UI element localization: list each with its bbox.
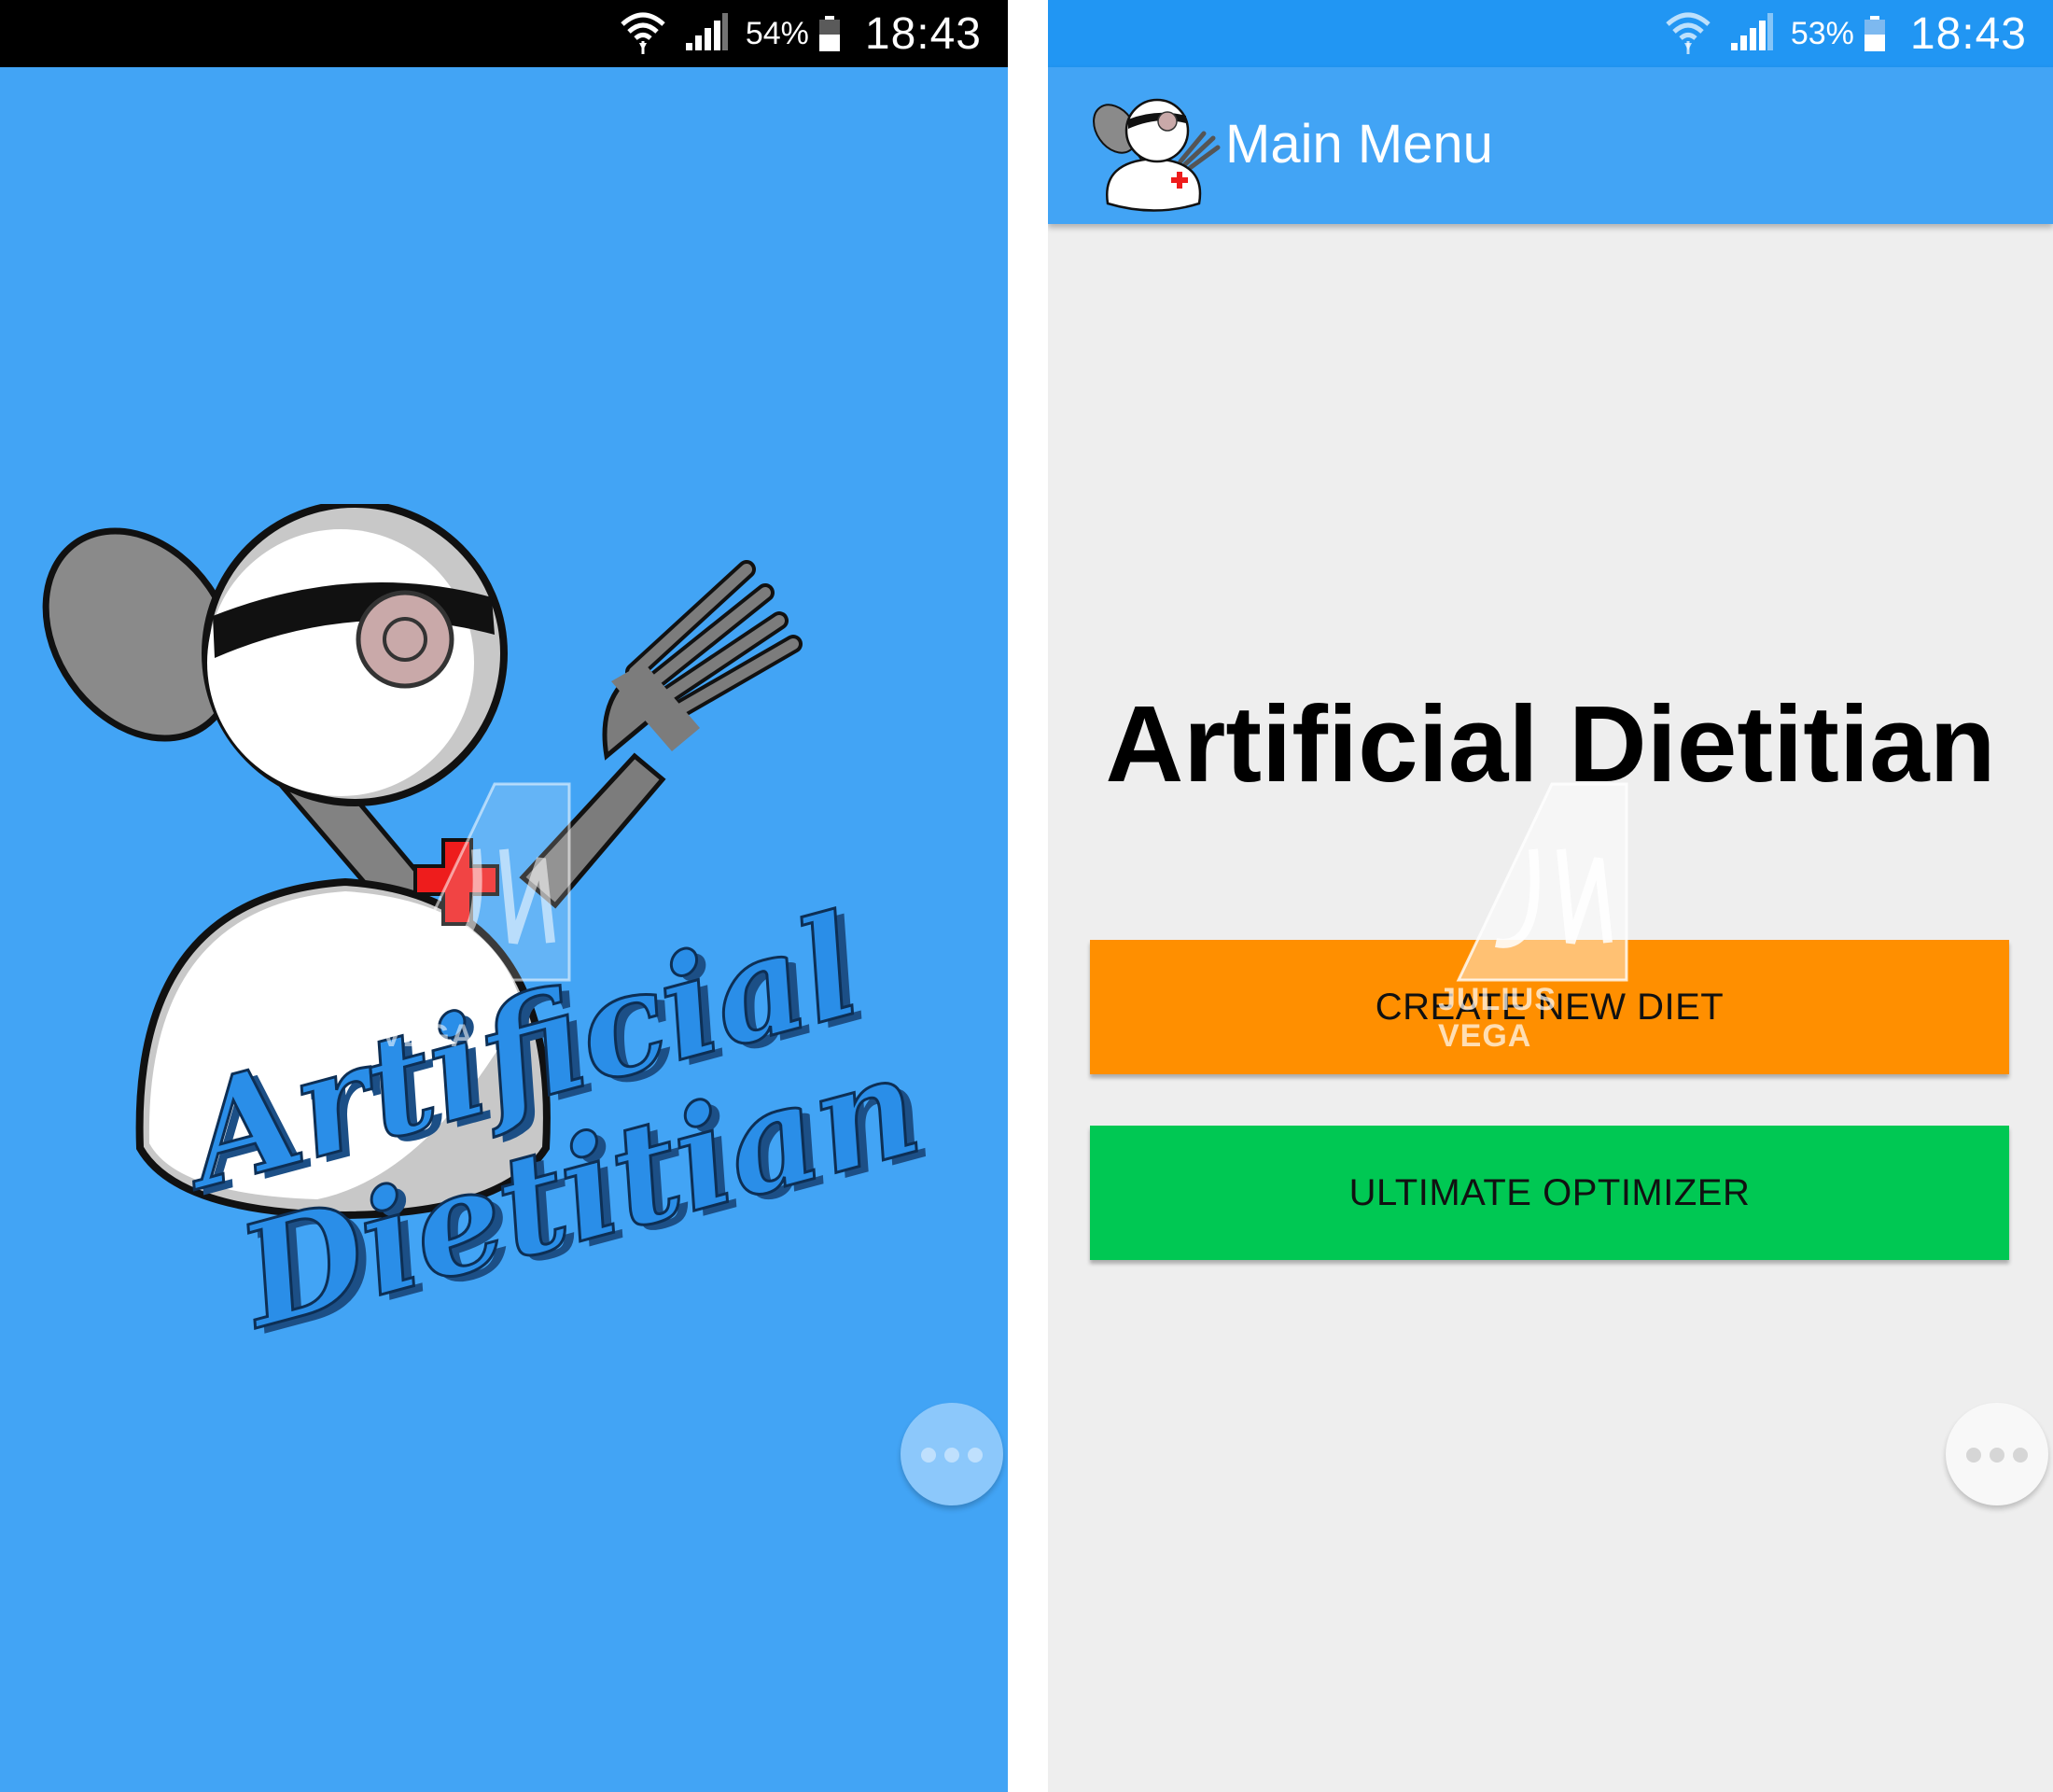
main-menu-screen: 53% 18:43 Main Menu Artificial Dietitian… [1048, 0, 2053, 1792]
status-bar: 54% 18:43 [0, 0, 1008, 67]
status-bar: 53% 18:43 [1048, 0, 2053, 67]
more-dots-icon [1966, 1448, 1981, 1463]
signal-icon [684, 11, 729, 57]
artificial-dietitian-logo [1087, 91, 1222, 213]
more-dots-icon [2013, 1448, 2028, 1463]
clock: 18:43 [864, 8, 982, 59]
artificial-dietitian-logo: Artificial Artificial Dietitian Dietitia… [37, 500, 971, 1400]
battery-percent: 53% [1790, 15, 1854, 51]
more-dots-icon [944, 1448, 959, 1463]
signal-icon [1729, 11, 1774, 57]
more-dots-icon [921, 1448, 936, 1463]
status-icons: 54% 18:43 [619, 0, 982, 67]
battery-icon [818, 16, 841, 51]
more-dots-icon [1990, 1448, 2004, 1463]
wifi-icon [619, 7, 667, 61]
splash-screen: 54% 18:43 Artificial Artificial Dietitia… [0, 0, 1008, 1792]
wifi-icon [1664, 7, 1712, 61]
app-bar-title: Main Menu [1225, 114, 1493, 175]
create-new-diet-button[interactable]: CREATE NEW DIET [1090, 940, 2009, 1074]
floating-menu-button[interactable] [1946, 1403, 2048, 1505]
battery-icon [1864, 16, 1886, 51]
floating-menu-button[interactable] [901, 1403, 1003, 1505]
ultimate-optimizer-button[interactable]: ULTIMATE OPTIMIZER [1090, 1126, 2009, 1260]
fork-icon [519, 560, 803, 909]
page-title: Artificial Dietitian [1105, 683, 1996, 805]
doctor-head [202, 500, 508, 806]
battery-percent: 54% [745, 15, 809, 51]
more-dots-icon [968, 1448, 983, 1463]
app-bar: Main Menu [1048, 67, 2053, 224]
status-icons: 53% 18:43 [1664, 0, 2027, 67]
clock: 18:43 [1909, 8, 2027, 59]
